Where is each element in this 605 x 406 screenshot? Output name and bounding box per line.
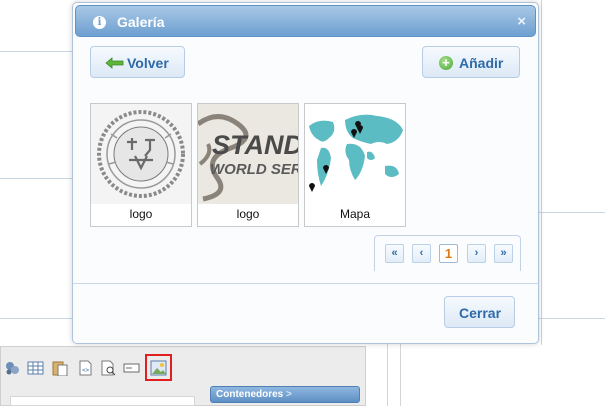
gallery-item[interactable]: logo [90,103,192,227]
bg-divider [539,318,605,319]
dialog-header[interactable]: i Galería × [75,5,536,37]
gallery-item[interactable]: STAND WORLD SER logo [197,103,299,227]
gallery-item-caption: Mapa [339,207,371,221]
dialog-divider [73,283,538,284]
contenedores-panel-header[interactable]: Contenedores > [210,386,360,403]
gallery-dialog: i Galería × Volver + Añadir logo STAND W… [72,2,539,344]
close-icon[interactable]: × [517,14,526,29]
close-button[interactable]: Cerrar [444,296,515,328]
back-button-label: Volver [127,55,169,71]
svg-text:STAND: STAND [212,130,298,160]
add-button[interactable]: + Añadir [422,46,520,78]
first-page-button[interactable]: « [385,244,404,263]
prev-page-button[interactable]: ‹ [412,244,431,263]
image-gallery-icon[interactable] [150,360,167,376]
special-chars-icon[interactable] [4,360,21,376]
scroll-column [387,344,401,406]
bg-divider [0,318,72,319]
paste-icon[interactable] [51,360,68,376]
table-icon[interactable] [27,360,44,376]
gallery-item-caption: logo [236,207,260,221]
bg-divider [541,0,542,345]
world-map-with-pins-thumbnail [305,104,405,204]
arrow-left-icon [105,57,124,69]
info-icon: i [93,16,106,29]
bg-divider [0,178,72,179]
source-icon[interactable]: <> [77,360,94,376]
close-button-label: Cerrar [459,305,502,321]
add-button-label: Añadir [459,55,504,71]
gallery-item-caption: logo [129,207,153,221]
back-button[interactable]: Volver [90,46,185,78]
preview-icon[interactable] [100,360,117,376]
panel-title: Contenedores [216,389,284,400]
chevron-right-icon: > [286,389,292,400]
editor-content[interactable] [10,396,195,406]
svg-text:WORLD SER: WORLD SER [210,161,298,178]
plus-icon: + [439,56,453,70]
next-page-button[interactable]: › [467,244,486,263]
dialog-title: Galería [117,14,165,30]
pagination: « ‹ 1 › » [374,235,521,271]
standard-world-series-logo-thumbnail: STAND WORLD SER [198,104,298,204]
seal-logo-thumbnail [91,104,191,204]
current-page[interactable]: 1 [439,244,458,263]
last-page-button[interactable]: » [494,244,513,263]
svg-text:<>: <> [82,367,90,374]
gallery-item[interactable]: Mapa [304,103,406,227]
bg-divider [0,51,72,52]
textbox-icon[interactable] [123,360,140,376]
bg-divider [539,212,605,213]
